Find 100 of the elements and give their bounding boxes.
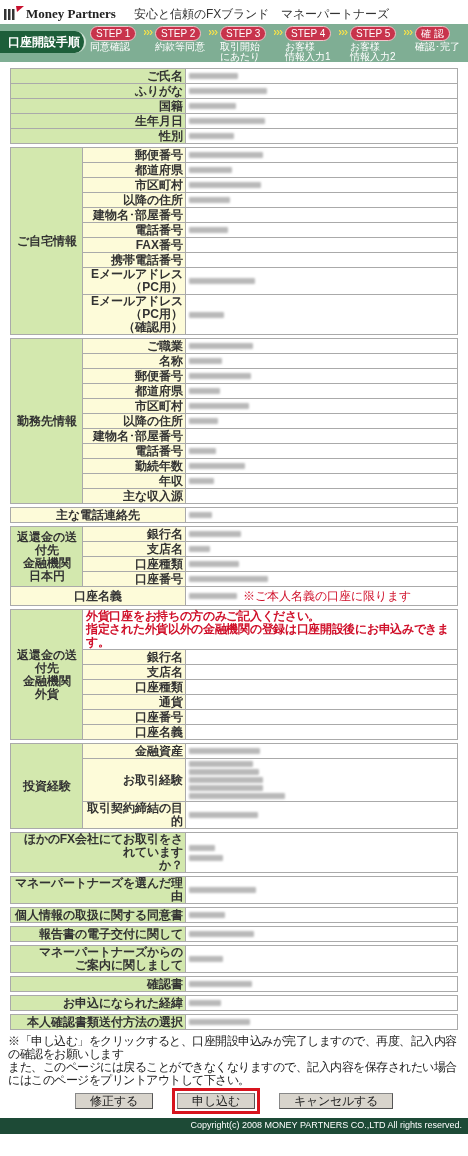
blurred-value bbox=[189, 854, 223, 861]
blurred-value bbox=[189, 912, 225, 918]
notice-text: 外貨口座をお持ちの方のみご記入ください。 指定された外貨以外の金融機関の登録は口座開設後にお申込みできます。 bbox=[83, 610, 457, 650]
blurred-value bbox=[189, 167, 232, 173]
blurred-value bbox=[189, 73, 238, 79]
blurred-value bbox=[189, 373, 251, 379]
blurred-value bbox=[189, 418, 218, 424]
step-pill: STEP 4 bbox=[285, 26, 332, 41]
field-label: お申込になられた経緯 bbox=[11, 996, 185, 1010]
field-label: ほかのFX会社にてお取引をされています か？ bbox=[11, 833, 185, 872]
field-label: 口座名義 bbox=[83, 725, 185, 739]
field-label: 主な収入源 bbox=[83, 489, 185, 503]
blurred-value bbox=[189, 463, 245, 469]
step-pill: STEP 5 bbox=[350, 26, 397, 41]
blurred-value bbox=[189, 546, 210, 552]
field-label: ご職業 bbox=[83, 339, 185, 353]
blurred-value bbox=[189, 748, 260, 754]
field-label: 口座種類 bbox=[83, 557, 185, 571]
chevrons-icon bbox=[274, 30, 283, 35]
blurred-value bbox=[189, 182, 261, 188]
blurred-value bbox=[189, 103, 236, 109]
action-button[interactable]: 修正する bbox=[75, 1093, 153, 1109]
field-label: FAX番号 bbox=[83, 238, 185, 252]
field-label: 年収 bbox=[83, 474, 185, 488]
field-label: Eメールアドレス （PC用） bbox=[83, 268, 185, 294]
blurred-value bbox=[189, 761, 253, 767]
blurred-value bbox=[189, 403, 249, 409]
field-label: 銀行名 bbox=[83, 527, 185, 541]
action-button[interactable]: キャンセルする bbox=[279, 1093, 393, 1109]
note-text: ※ご本人名義の口座に限ります bbox=[243, 588, 411, 605]
field-label: 以降の住所 bbox=[83, 193, 185, 207]
field-label: 支店名 bbox=[83, 665, 185, 679]
steps-title: 口座開設手順 bbox=[0, 31, 86, 53]
field-label: 生年月日 bbox=[11, 114, 185, 128]
brand-name: Money Partners bbox=[26, 7, 116, 20]
field-label: 取引契約締結の目的 bbox=[83, 802, 185, 828]
step-caption: 確認･完了 bbox=[415, 42, 460, 52]
step-pill: STEP 1 bbox=[90, 26, 137, 41]
field-label: 通貨 bbox=[83, 695, 185, 709]
field-label: 市区町村 bbox=[83, 399, 185, 413]
field-label: 建物名･部屋番号 bbox=[83, 208, 185, 222]
blurred-value bbox=[189, 1000, 221, 1006]
field-label: 口座番号 bbox=[83, 572, 185, 586]
blurred-value bbox=[189, 561, 239, 567]
field-label: 建物名･部屋番号 bbox=[83, 429, 185, 443]
tagline: 安心と信頼のFXブランド マネーパートナーズ bbox=[133, 8, 390, 20]
note-text: また、このページには戻ることができなくなりますので、記入内容を保存されたい場合にはこのページをプリントアウトして下さい。 bbox=[8, 1061, 458, 1087]
step-pill: STEP 3 bbox=[220, 26, 267, 41]
field-label: 本人確認書類送付方法の選択 bbox=[11, 1015, 185, 1029]
action-button[interactable]: 申し込む bbox=[177, 1093, 255, 1109]
field-label: 支店名 bbox=[83, 542, 185, 556]
field-label: 市区町村 bbox=[83, 178, 185, 192]
field-label: マネーパートナーズからの ご案内に関しまして bbox=[11, 946, 185, 972]
blurred-value bbox=[189, 931, 254, 937]
field-label: 都道府県 bbox=[83, 384, 185, 398]
step-caption: お客様 情報入力1 bbox=[285, 42, 331, 62]
blurred-value bbox=[189, 887, 256, 893]
blurred-value bbox=[189, 478, 214, 484]
note-text: ※「申し込む」をクリックすると、口座開設申込みが完了しますので、再度、記入内容の確認をお願いします bbox=[8, 1035, 458, 1061]
chevrons-icon bbox=[209, 30, 218, 35]
field-label: 性別 bbox=[11, 129, 185, 143]
chevrons-icon bbox=[144, 30, 153, 35]
blurred-value bbox=[189, 531, 241, 537]
field-label: Eメールアドレス （PC用） （確認用） bbox=[83, 295, 185, 334]
blurred-value bbox=[189, 448, 216, 454]
blurred-value bbox=[189, 278, 255, 284]
field-label: マネーパートナーズを選んだ理由 bbox=[11, 877, 185, 903]
field-label: 国籍 bbox=[11, 99, 185, 113]
step-caption: 同意確認 bbox=[90, 42, 130, 52]
group-label: ご自宅情報 bbox=[11, 148, 83, 334]
field-label: 主な電話連絡先 bbox=[11, 508, 185, 522]
logo-icon bbox=[4, 6, 24, 20]
field-label: 都道府県 bbox=[83, 163, 185, 177]
group-label: 返還金の送付先 金融機関 日本円 bbox=[11, 527, 83, 586]
field-label: 電話番号 bbox=[83, 444, 185, 458]
blurred-value bbox=[189, 956, 223, 962]
step-caption: お客様 情報入力2 bbox=[350, 42, 396, 62]
field-label: 電話番号 bbox=[83, 223, 185, 237]
field-label: 報告書の電子交付に関して bbox=[11, 927, 185, 941]
field-label: 口座番号 bbox=[83, 710, 185, 724]
blurred-value bbox=[189, 388, 220, 394]
blurred-value bbox=[189, 981, 252, 987]
blurred-value bbox=[189, 197, 230, 203]
field-label: 郵便番号 bbox=[83, 148, 185, 162]
blurred-value bbox=[189, 844, 215, 851]
field-label: お取引経験 bbox=[83, 759, 185, 801]
step-caption: 取引開始 にあたり bbox=[220, 42, 260, 62]
group-label: 勤務先情報 bbox=[11, 339, 83, 503]
blurred-value bbox=[189, 343, 253, 349]
copyright-footer: Copyright(c) 2008 MONEY PARTNERS CO.,LTD All rights reserved. bbox=[0, 1118, 468, 1134]
field-label: 個人情報の取扱に関する同意書 bbox=[11, 908, 185, 922]
field-label: 携帯電話番号 bbox=[83, 253, 185, 267]
field-label: 確認書 bbox=[11, 977, 185, 991]
blurred-value bbox=[189, 133, 234, 139]
field-label: ふりがな bbox=[11, 84, 185, 98]
blurred-value bbox=[189, 358, 222, 364]
group-label: 投資経験 bbox=[11, 744, 83, 828]
step-pill: STEP 2 bbox=[155, 26, 202, 41]
step-pill: 確 認 bbox=[415, 26, 450, 41]
blurred-value bbox=[189, 227, 228, 233]
